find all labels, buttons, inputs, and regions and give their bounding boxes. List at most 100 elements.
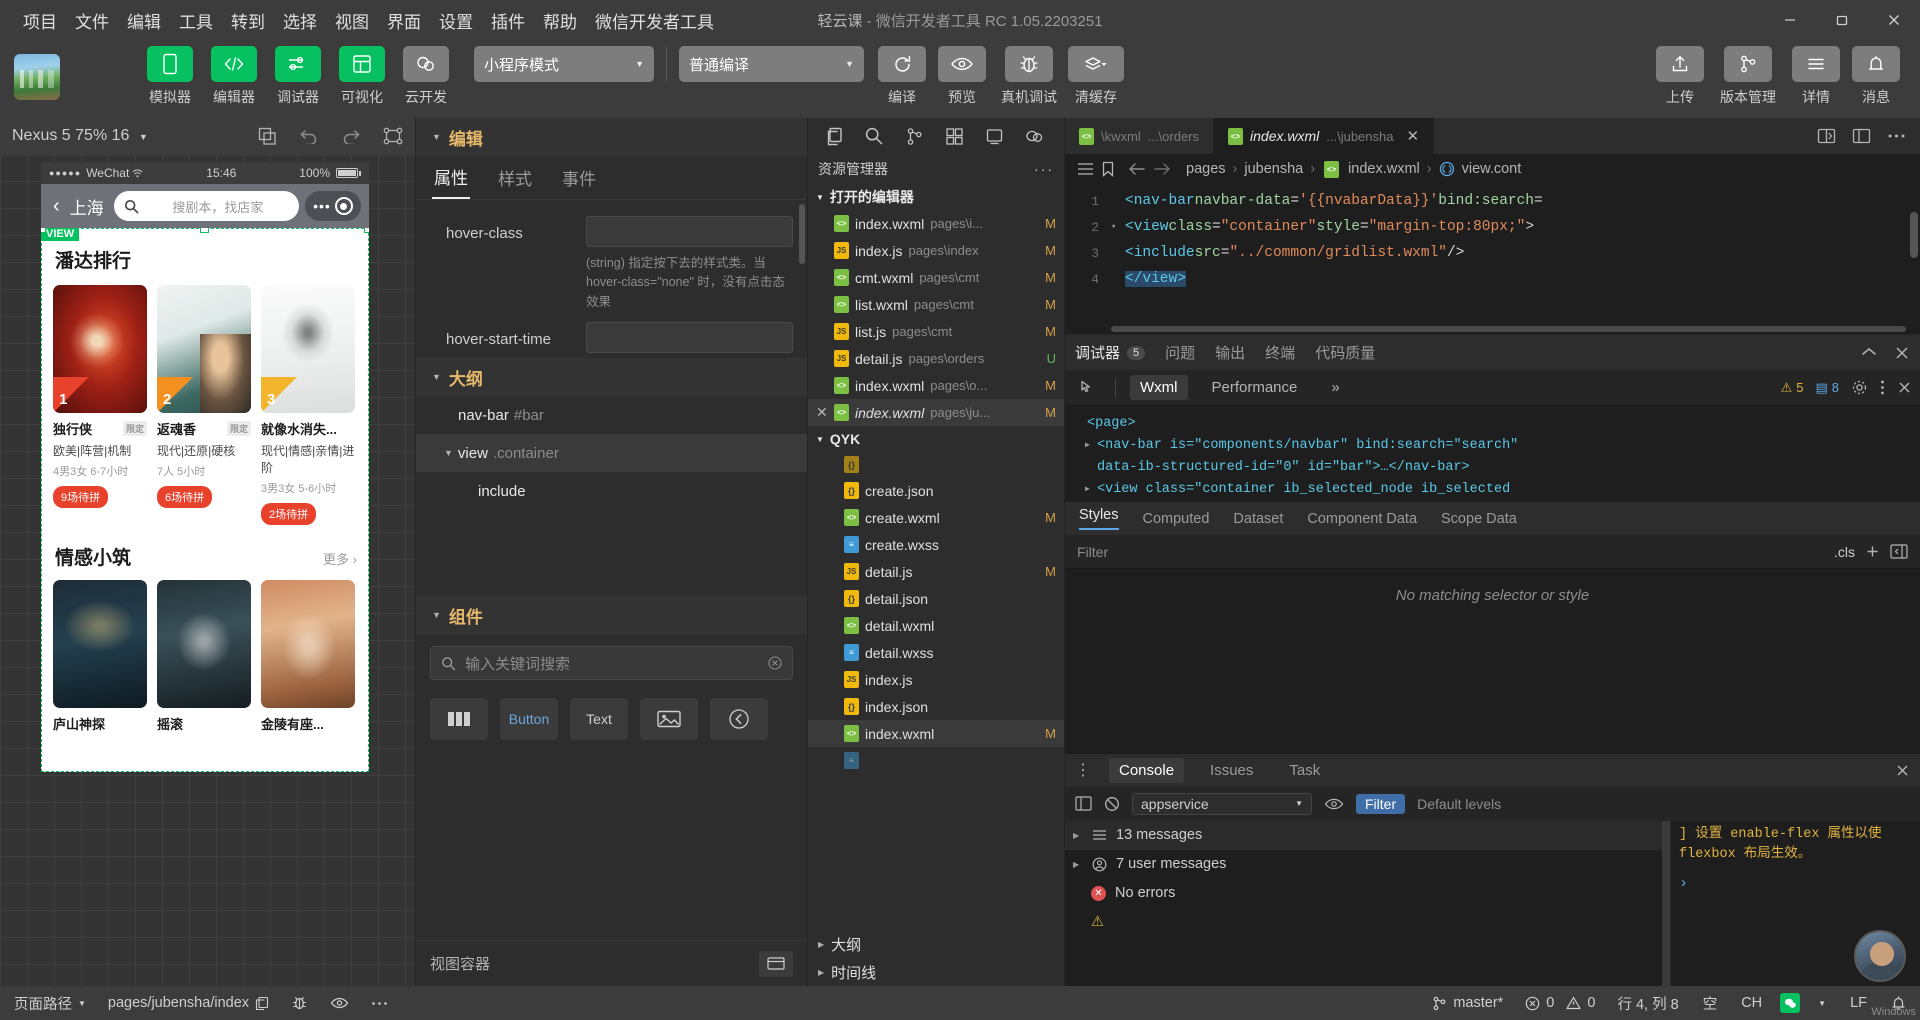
more-icon[interactable]: ··· (1034, 161, 1054, 177)
version-control-button[interactable]: 版本管理 (1712, 46, 1784, 107)
editor-button[interactable]: 编辑器 (207, 46, 261, 107)
cloud-dev-button[interactable]: 云开发 (399, 46, 453, 107)
list-item[interactable]: <> cmt.wxml pages\cmt M (808, 264, 1064, 291)
debug-tab-performance[interactable]: Performance (1202, 375, 1308, 400)
outline-item-navbar[interactable]: nav-bar #bar (416, 396, 807, 434)
code-scrollbar-vertical[interactable] (1910, 212, 1918, 258)
menu-item-interface[interactable]: 界面 (378, 4, 430, 37)
menu-item-settings[interactable]: 设置 (430, 4, 482, 37)
wxml-node[interactable]: ▶ <nav-bar is="components/navbar" bind:s… (1075, 434, 1920, 456)
editor-tab-orders[interactable]: <> \kwxml ...\orders (1065, 118, 1214, 154)
list-item[interactable]: {} create.json (808, 477, 1064, 504)
outline-section[interactable]: ▶ 大纲 (808, 930, 1064, 958)
cursor-position[interactable]: 行 4, 列 8 (1611, 993, 1684, 1014)
edit-section-header[interactable]: ▼ 编辑 (416, 118, 807, 156)
menu-item-help[interactable]: 帮助 (534, 4, 586, 37)
console-tab-console[interactable]: Console (1109, 758, 1184, 783)
clear-cache-button[interactable]: 清缓存 (1068, 46, 1124, 107)
device-select[interactable]: Nexus 5 75% 16 ▼ (12, 127, 148, 145)
undo-icon[interactable] (299, 128, 319, 144)
components-section-header[interactable]: ▼ 组件 (416, 596, 807, 634)
wxml-node[interactable]: data-ib-structured-id="0" id="bar">…</na… (1075, 456, 1920, 478)
project-group[interactable]: ▼ QYK (808, 426, 1064, 452)
menu-item-tools[interactable]: 工具 (170, 4, 222, 37)
eye-icon[interactable] (324, 996, 355, 1010)
menu-item-select[interactable]: 选择 (274, 4, 326, 37)
console-tab-task[interactable]: Task (1279, 758, 1330, 783)
chevron-down-icon[interactable]: ▼ (444, 448, 453, 458)
attribute-scrollbar[interactable] (799, 204, 805, 264)
page-scroll[interactable]: 潘达排行 1 独行侠 (41, 228, 369, 733)
card-item[interactable]: 2 返魂香 限定 现代|还原|硬核 7人 5小时 6场待 (157, 285, 251, 525)
outline-item-view[interactable]: ▼ view .container (416, 434, 807, 472)
toggle-panel-icon[interactable] (1890, 544, 1908, 559)
editor-tab-index-wxml[interactable]: <> index.wxml ...\jubensha ✕ (1214, 118, 1434, 154)
copy-icon[interactable] (255, 996, 269, 1011)
list-item[interactable]: JS index.js pages\index M (808, 237, 1064, 264)
outline-item-include[interactable]: include (416, 472, 807, 510)
ime-indicator[interactable]: CH (1735, 995, 1768, 1011)
list-item[interactable]: ✕ <> index.wxml pages\ju... M (808, 399, 1064, 426)
list-item[interactable]: JS index.js (808, 666, 1064, 693)
messages-button[interactable]: 消息 (1848, 46, 1904, 107)
console-row-errors[interactable]: ✕ No errors (1065, 879, 1662, 908)
tab-styles[interactable]: 样式 (496, 157, 534, 198)
upload-button[interactable]: 上传 (1652, 46, 1708, 107)
component-text[interactable]: Text (570, 698, 628, 740)
close-icon[interactable]: ✕ (1406, 127, 1419, 145)
list-item[interactable]: ≡ detail.wxss (808, 639, 1064, 666)
list-icon[interactable] (1077, 162, 1094, 176)
styles-tab-component-data[interactable]: Component Data (1307, 511, 1417, 527)
debug-tab-overflow[interactable]: » (1321, 375, 1349, 400)
console-tab-issues[interactable]: Issues (1200, 758, 1263, 783)
chevron-left-icon[interactable] (710, 698, 768, 740)
close-icon[interactable] (1868, 0, 1920, 40)
menu-item-project[interactable]: 项目 (14, 4, 66, 37)
styles-tab-scope-data[interactable]: Scope Data (1441, 511, 1517, 527)
timeline-section[interactable]: ▶ 时间线 (808, 958, 1064, 986)
list-item[interactable]: {} detail.json (808, 585, 1064, 612)
list-item[interactable]: JS list.js pages\cmt M (808, 318, 1064, 345)
code-editor[interactable]: 1 <nav-bar navbar-data='{{nvabarData}}' … (1065, 184, 1920, 334)
console-prompt-arrow[interactable]: › (1679, 873, 1912, 896)
console-levels-select[interactable]: Default levels (1417, 796, 1501, 812)
city-label[interactable]: 上海 (70, 194, 104, 219)
git-branch-status[interactable]: master* (1426, 995, 1509, 1011)
menu-item-edit[interactable]: 编辑 (118, 4, 170, 37)
wxml-tree[interactable]: <page> ▶ <nav-bar is="components/navbar"… (1065, 406, 1920, 501)
columns-icon[interactable] (430, 698, 488, 740)
selection-handle-tr[interactable] (364, 228, 369, 233)
arrow-right-icon[interactable] (1153, 162, 1171, 176)
project-thumbnail[interactable] (14, 54, 60, 100)
styles-tab-computed[interactable]: Computed (1143, 511, 1210, 527)
indent-setting[interactable]: 空 (1697, 993, 1724, 1014)
menu-item-view[interactable]: 视图 (326, 4, 378, 37)
avatar[interactable] (1854, 930, 1906, 982)
bug-icon[interactable] (285, 995, 314, 1011)
menu-item-file[interactable]: 文件 (66, 4, 118, 37)
error-status[interactable]: 0 0 (1519, 995, 1601, 1011)
console-row-warnings[interactable]: ⚠ (1065, 908, 1662, 937)
page-path-value-wrap[interactable]: pages/jubensha/index (102, 995, 275, 1011)
tab-output[interactable]: 输出 (1215, 342, 1245, 363)
more-icon[interactable] (1887, 133, 1906, 139)
list-item[interactable]: <> index.wxml M (808, 720, 1064, 747)
list-item[interactable]: <> list.wxml pages\cmt M (808, 291, 1064, 318)
menu-item-plugins[interactable]: 插件 (482, 4, 534, 37)
chevron-right-icon[interactable]: ▶ (1085, 484, 1097, 494)
minimize-icon[interactable] (1764, 0, 1816, 40)
image-icon[interactable] (640, 698, 698, 740)
outline-section-header[interactable]: ▼ 大纲 (416, 358, 807, 396)
console-scrollbar[interactable] (1662, 821, 1670, 987)
phone-search-input[interactable]: 搜剧本，找店家 (114, 191, 299, 221)
wxml-node-selected[interactable]: ▶ <view class="container ib_selected_nod… (1075, 478, 1920, 500)
git-icon[interactable] (894, 119, 934, 153)
details-button[interactable]: 详情 (1788, 46, 1844, 107)
tab-debugger[interactable]: 调试器 5 (1075, 342, 1145, 363)
list-item[interactable]: <> create.wxml M (808, 504, 1064, 531)
compile-button[interactable]: 编译 (874, 46, 930, 107)
list-item[interactable]: {} (808, 452, 1064, 477)
list-item[interactable]: <> index.wxml pages\o... M (808, 372, 1064, 399)
tab-problems[interactable]: 问题 (1165, 342, 1195, 363)
split-vertical-icon[interactable] (1852, 127, 1871, 145)
